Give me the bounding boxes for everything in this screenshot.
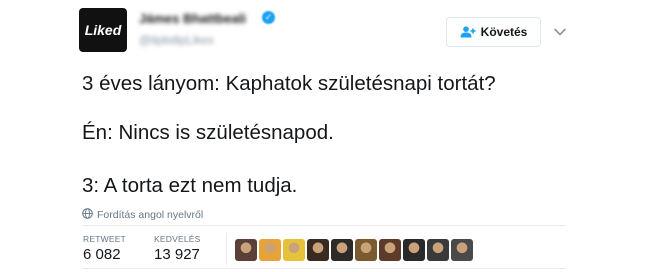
- stats-separator: [226, 233, 227, 265]
- translate-label: Fordítás angol nyelvről: [97, 209, 204, 221]
- avatar-logo-text: Liked: [84, 22, 122, 38]
- add-user-icon: [460, 26, 476, 38]
- liker-avatar-7[interactable]: [379, 239, 401, 261]
- liker-avatar-3[interactable]: [283, 239, 305, 261]
- account-name[interactable]: Jámes Bhattbeali: [139, 11, 259, 25]
- globe-icon: [82, 208, 93, 222]
- liker-avatar-1[interactable]: [235, 239, 257, 261]
- tweet-text-line-2: Én: Nincs is születésnapod.: [82, 121, 334, 144]
- liker-avatar-2[interactable]: [259, 239, 281, 261]
- liker-avatar-5[interactable]: [331, 239, 353, 261]
- likes-count[interactable]: KEDVELÉS 13 927: [154, 234, 200, 263]
- translate-link[interactable]: Fordítás angol nyelvről: [82, 208, 203, 222]
- follow-button-label: Követés: [480, 25, 528, 39]
- verified-badge-icon: ✓: [262, 11, 275, 24]
- liker-avatars: [235, 239, 473, 261]
- retweet-value: 6 082: [83, 246, 121, 263]
- avatar[interactable]: Liked: [79, 8, 127, 52]
- divider: [82, 268, 566, 269]
- liker-avatar-6[interactable]: [355, 239, 377, 261]
- likes-value: 13 927: [154, 246, 200, 263]
- liker-avatar-4[interactable]: [307, 239, 329, 261]
- liker-avatar-8[interactable]: [403, 239, 425, 261]
- follow-button[interactable]: Követés: [446, 17, 541, 47]
- liker-avatar-9[interactable]: [427, 239, 449, 261]
- tweet-text-line-3: 3: A torta ezt nem tudja.: [82, 174, 298, 197]
- liker-avatar-10[interactable]: [451, 239, 473, 261]
- retweet-label: RETWEET: [83, 234, 126, 244]
- divider: [82, 225, 566, 226]
- chevron-down-icon[interactable]: [553, 24, 567, 36]
- likes-label: KEDVELÉS: [154, 234, 201, 244]
- retweet-count[interactable]: RETWEET 6 082: [83, 234, 126, 263]
- account-handle[interactable]: @lipbdlpLikes: [139, 33, 264, 46]
- tweet-text-line-1: 3 éves lányom: Kaphatok születésnapi tor…: [82, 72, 496, 95]
